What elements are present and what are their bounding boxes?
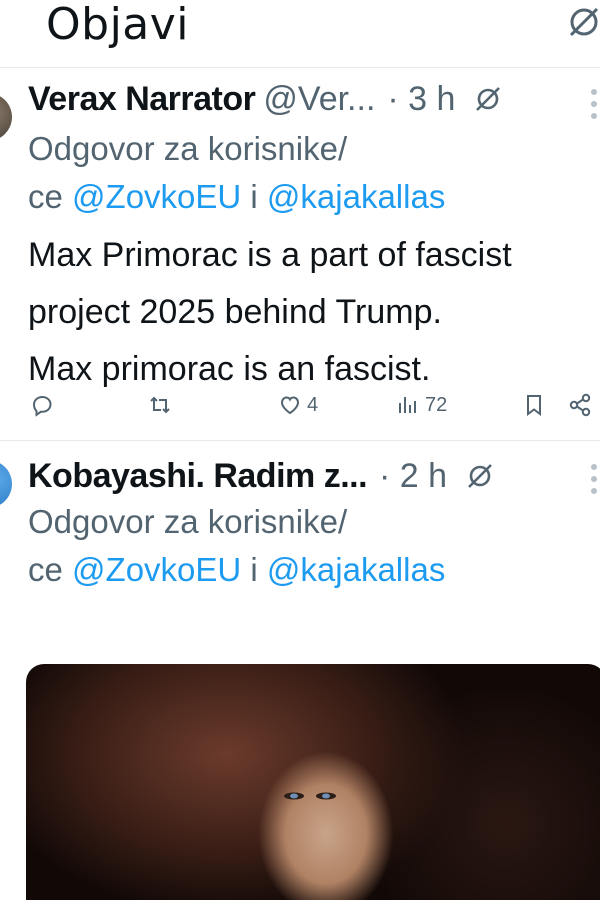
mention-link[interactable]: @ZovkoEU	[72, 178, 241, 215]
timeline-page: Objavi Verax Narrator @Ver... · 3 h Odgo…	[0, 0, 600, 900]
tweet-header: Kobayashi. Radim z... · 2 h	[28, 456, 590, 496]
like-count: 4	[307, 393, 319, 416]
retweet-button[interactable]	[146, 391, 177, 419]
grok-icon[interactable]	[566, 4, 600, 40]
share-button[interactable]	[566, 391, 594, 419]
views-count: 72	[425, 393, 448, 416]
more-options-icon[interactable]	[590, 462, 598, 496]
tweet[interactable]: Verax Narrator @Ver... · 3 h Odgovor za …	[0, 69, 600, 441]
reply-button[interactable]	[28, 391, 59, 419]
mention-link[interactable]: @ZovkoEU	[72, 551, 241, 588]
reply-mentions: ce @ZovkoEU i @kajakallas	[28, 546, 540, 594]
like-button[interactable]: 4	[276, 391, 318, 419]
retweet-icon	[150, 396, 170, 414]
author-handle[interactable]: @Ver...	[263, 79, 375, 119]
mention-link[interactable]: @kajakallas	[267, 178, 445, 215]
share-icon	[569, 393, 591, 417]
reply-line2-prefix: ce	[28, 178, 73, 215]
timestamp[interactable]: · 3 h	[387, 79, 455, 119]
avatar[interactable]	[0, 93, 12, 141]
reply-prefix: Odgovor za korisnike/	[28, 503, 348, 540]
reply-context: Odgovor za korisnike/ ce @ZovkoEU i @kaj…	[28, 125, 540, 221]
tweet[interactable]: Kobayashi. Radim z... · 2 h Odgovor za k…	[0, 442, 600, 900]
reply-line2-prefix: ce	[28, 551, 73, 588]
avatar[interactable]	[0, 460, 12, 508]
reply-context: Odgovor za korisnike/ ce @ZovkoEU i @kaj…	[28, 498, 540, 594]
page-title: Objavi	[46, 0, 190, 50]
author-name[interactable]: Verax Narrator	[28, 79, 256, 119]
header: Objavi	[0, 0, 600, 68]
tweet-text: Max Primorac is a part of fascist projec…	[28, 227, 584, 398]
bookmark-icon	[527, 395, 541, 416]
author-name[interactable]: Kobayashi. Radim z...	[28, 456, 368, 496]
tweet-text-line: project 2025 behind Trump.	[28, 293, 442, 331]
reply-mentions: ce @ZovkoEU i @kajakallas	[28, 173, 540, 221]
grok-icon[interactable]	[465, 461, 495, 491]
views-button[interactable]: 72	[394, 391, 447, 419]
timestamp[interactable]: · 2 h	[379, 456, 447, 496]
tweet-actions: 4 72	[0, 389, 600, 429]
mention-link[interactable]: @kajakallas	[267, 551, 445, 588]
tweet-header: Verax Narrator @Ver... · 3 h	[28, 79, 590, 119]
reply-conjunction: i	[241, 551, 267, 588]
grok-icon[interactable]	[473, 84, 503, 114]
views-icon	[399, 397, 416, 413]
reply-prefix: Odgovor za korisnike/	[28, 130, 348, 167]
reply-icon	[32, 395, 52, 417]
heart-icon	[280, 396, 300, 415]
media-face-detail	[284, 792, 336, 800]
reply-conjunction: i	[241, 178, 267, 215]
bookmark-button[interactable]	[520, 391, 548, 419]
tweet-media-image[interactable]	[26, 664, 600, 900]
tweet-text-line: Max Primorac is a part of fascist	[28, 236, 512, 274]
more-options-icon[interactable]	[590, 87, 598, 121]
